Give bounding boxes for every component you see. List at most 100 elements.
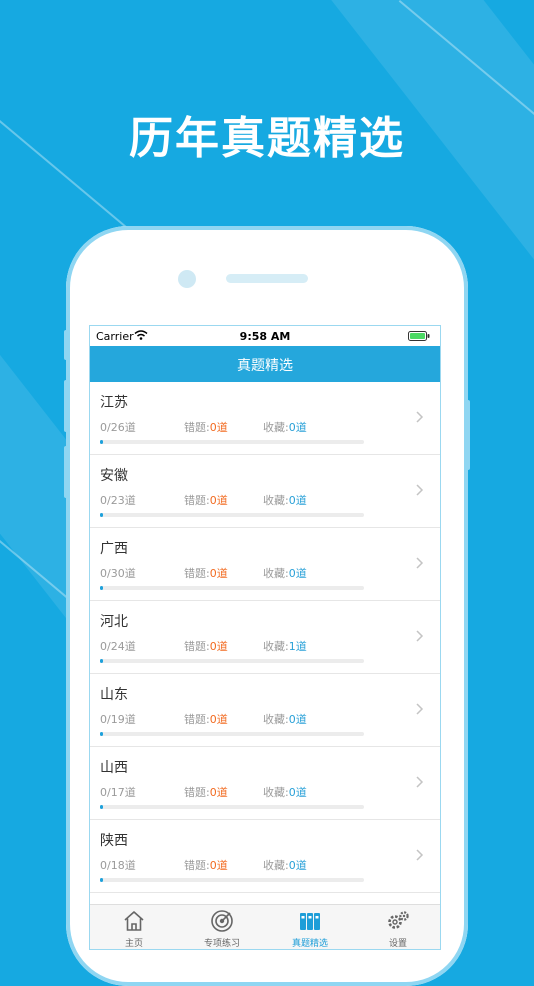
progress-bar-fill — [100, 586, 104, 590]
fav-label: 收藏: — [263, 713, 289, 726]
list-item[interactable]: 山东 0/19道 错题:0道 收藏:0道 — [90, 674, 440, 747]
target-icon — [211, 910, 233, 932]
tab-label: 设置 — [388, 939, 407, 949]
tab-label: 专项练习 — [203, 939, 240, 949]
wrong-label: 错题: — [184, 421, 210, 434]
chevron-right-icon — [416, 703, 424, 715]
item-wrong-count: 错题:0道 — [184, 711, 228, 727]
item-name: 陕西 — [100, 833, 128, 849]
list-item[interactable]: 广西 0/30道 错题:0道 收藏:0道 — [90, 528, 440, 601]
item-progress: 0/18道 — [100, 859, 136, 872]
phone-camera — [178, 270, 196, 288]
wrong-label: 错题: — [184, 567, 210, 580]
phone-speaker — [226, 274, 308, 283]
list-item[interactable]: 安徽 0/23道 错题:0道 收藏:0道 — [90, 455, 440, 528]
fav-value: 0道 — [288, 859, 307, 872]
gear-icon — [388, 911, 409, 929]
tab-settings[interactable]: 设置 — [354, 905, 440, 949]
nav-bar: 真题精选 — [90, 346, 440, 382]
item-fav-count: 收藏:0道 — [263, 784, 307, 800]
battery-icon — [408, 331, 430, 341]
tab-label: 真题精选 — [291, 939, 328, 949]
item-fav-count: 收藏:0道 — [263, 492, 307, 508]
chevron-right-icon — [416, 630, 424, 642]
status-bar: Carrier 9:58 AM — [90, 326, 440, 346]
phone-side-button — [466, 400, 470, 470]
item-fav-count: 收藏:0道 — [263, 419, 307, 435]
fav-value: 0道 — [288, 786, 307, 799]
wrong-label: 错题: — [184, 786, 210, 799]
item-name: 安徽 — [100, 468, 128, 484]
item-progress: 0/17道 — [100, 786, 136, 799]
progress-bar-fill — [100, 659, 104, 663]
app-screen: Carrier 9:58 AM 真题精选 江苏 0/26道 错题:0道 收藏:0… — [89, 325, 441, 950]
wrong-value: 0道 — [209, 786, 228, 799]
item-wrong-count: 错题:0道 — [184, 857, 228, 873]
wrong-label: 错题: — [184, 494, 210, 507]
progress-bar — [100, 659, 364, 663]
item-name: 山西 — [100, 760, 128, 776]
item-progress: 0/30道 — [100, 567, 136, 580]
item-wrong-count: 错题:0道 — [184, 638, 228, 654]
item-fav-count: 收藏:0道 — [263, 857, 307, 873]
fav-label: 收藏: — [263, 421, 289, 434]
wrong-value: 0道 — [209, 494, 228, 507]
fav-label: 收藏: — [263, 640, 289, 653]
fav-label: 收藏: — [263, 859, 289, 872]
wrong-value: 0道 — [209, 859, 228, 872]
fav-value: 0道 — [288, 567, 307, 580]
item-progress: 0/23道 — [100, 494, 136, 507]
wrong-value: 0道 — [209, 640, 228, 653]
progress-bar-fill — [100, 805, 104, 809]
chevron-right-icon — [416, 557, 424, 569]
list-item[interactable]: 陕西 0/18道 错题:0道 收藏:0道 — [90, 820, 440, 893]
list-item[interactable]: 江苏 0/26道 错题:0道 收藏:0道 — [90, 382, 440, 455]
progress-bar — [100, 878, 364, 882]
fav-value: 0道 — [288, 421, 307, 434]
progress-bar-fill — [100, 440, 104, 444]
home-icon — [124, 911, 144, 931]
fav-value: 1道 — [288, 640, 307, 653]
progress-bar-fill — [100, 878, 104, 882]
list-item[interactable]: 河北 0/24道 错题:0道 收藏:1道 — [90, 601, 440, 674]
item-progress: 0/19道 — [100, 713, 136, 726]
item-name: 江苏 — [100, 395, 128, 411]
fav-value: 0道 — [288, 494, 307, 507]
wrong-value: 0道 — [209, 567, 228, 580]
tab-label: 主页 — [124, 939, 143, 949]
chevron-right-icon — [416, 411, 424, 423]
item-name: 广西 — [100, 541, 128, 557]
progress-bar-fill — [100, 732, 104, 736]
fav-label: 收藏: — [263, 786, 289, 799]
fav-value: 0道 — [288, 713, 307, 726]
tab-bar: 主页 专项练习 真题精选 设置 — [90, 904, 440, 949]
phone-side-button — [64, 330, 68, 360]
wrong-label: 错题: — [184, 640, 210, 653]
progress-bar-fill — [100, 513, 104, 517]
fav-label: 收藏: — [263, 494, 289, 507]
phone-side-button — [64, 446, 68, 498]
phone-side-button — [64, 380, 68, 432]
item-name: 山东 — [100, 687, 128, 703]
wrong-label: 错题: — [184, 859, 210, 872]
item-fav-count: 收藏:1道 — [263, 638, 307, 654]
progress-bar — [100, 586, 364, 590]
item-name: 河北 — [100, 614, 128, 630]
item-progress: 0/24道 — [100, 640, 136, 653]
list-item[interactable]: 山西 0/17道 错题:0道 收藏:0道 — [90, 747, 440, 820]
chevron-right-icon — [416, 484, 424, 496]
wrong-value: 0道 — [209, 713, 228, 726]
item-progress: 0/26道 — [100, 421, 136, 434]
wrong-value: 0道 — [209, 421, 228, 434]
promo-title: 历年真题精选 — [129, 113, 405, 164]
progress-bar — [100, 513, 364, 517]
tab-home[interactable]: 主页 — [90, 905, 178, 949]
item-wrong-count: 错题:0道 — [184, 492, 228, 508]
binders-icon — [300, 913, 320, 930]
tab-past-papers[interactable]: 真题精选 — [266, 905, 354, 949]
fav-label: 收藏: — [263, 567, 289, 580]
exam-list: 江苏 0/26道 错题:0道 收藏:0道 安徽 0/23道 错题:0道 收藏:0… — [90, 382, 440, 914]
chevron-right-icon — [416, 776, 424, 788]
tab-practice[interactable]: 专项练习 — [178, 905, 266, 949]
status-time: 9:58 AM — [239, 330, 291, 343]
